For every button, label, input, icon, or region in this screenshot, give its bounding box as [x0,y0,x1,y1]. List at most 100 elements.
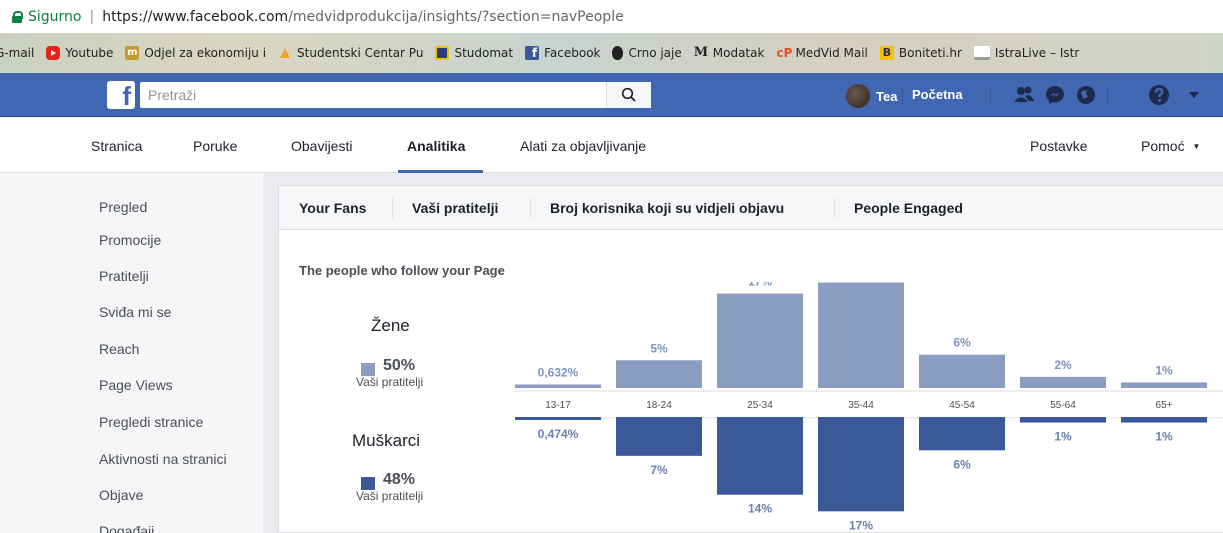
bar-men-18-24 [616,417,702,456]
friend-requests-icon[interactable] [1013,84,1035,106]
sidebar-item-objave[interactable]: Objave [99,487,143,503]
legend-women-title: Žene [371,316,410,335]
bookmark-studomat[interactable]: Studomat [435,46,513,60]
bookmark-youtube[interactable]: Youtube [46,46,113,60]
user-name: Tea [876,88,898,104]
bookmark-label: Studentski Centar Pu [297,46,424,60]
nav-stranica[interactable]: Stranica [91,138,142,154]
search-icon [621,87,636,102]
bookmark-facebook[interactable]: f Facebook [525,46,600,60]
sidebar-item-aktivnosti[interactable]: Aktivnosti na stranici [99,451,227,467]
nav-pomoc[interactable]: Pomoć ▼ [1141,138,1200,154]
facebook-icon: f [525,46,540,60]
bookmark-label: Facebook [544,46,601,60]
bar-label-men-13-17: 0,474% [538,427,579,441]
url-domain[interactable]: https://www.facebook.com [102,9,288,25]
odjel-icon: m [125,46,140,60]
facebook-top-bar: f Tea Početna [0,73,1223,117]
bar-label-men-18-24: 7% [650,463,668,477]
tick-label-45-54: 45-54 [949,400,975,411]
bookmark-modatak[interactable]: M Modatak [693,45,765,61]
tab-vasi-pratitelji[interactable]: Vaši pratitelji [412,200,498,216]
home-link[interactable]: Početna [912,87,963,102]
tab-broj-korisnika[interactable]: Broj korisnika koji su vidjeli objavu [550,200,784,216]
bar-label-men-55-64: 1% [1054,430,1072,444]
bookmark-gmail[interactable]: G-mail [0,46,34,60]
bookmark-label: Boniteti.hr [898,46,962,60]
nav-postavke[interactable]: Postavke [1030,138,1088,154]
bar-men-45-54 [919,417,1005,451]
bookmark-odjel[interactable]: m Odjel za ekonomiju i [125,46,266,60]
bookmark-crno-jaje[interactable]: Crno jaje [612,46,682,60]
sidebar-item-page-views[interactable]: Page Views [99,377,173,393]
tick-label-18-24: 18-24 [646,400,672,411]
bookmarks-bar: G-mail Youtube m Odjel za ekonomiju i St… [0,33,1223,73]
url-path[interactable]: /medvidprodukcija/insights/?section=navP… [288,9,624,25]
bookmark-medvid-mail[interactable]: cP MedVid Mail [776,46,867,60]
tick-label-13-17: 13-17 [545,400,571,411]
bookmark-label: Modatak [712,46,765,60]
bookmark-label: MedVid Mail [795,46,868,60]
address-bar[interactable]: Sigurno | https://www.facebook.com /medv… [0,0,1223,33]
nav-obavijesti[interactable]: Obavijesti [291,138,352,154]
tick-label-35-44: 35-44 [848,400,874,411]
bar-label-women-55-64: 2% [1054,358,1072,372]
istralive-icon [973,46,990,60]
account-menu-chevron-down-icon[interactable] [1188,90,1200,100]
user-profile-link[interactable]: Tea [846,84,897,108]
sidebar-item-reach[interactable]: Reach [99,341,139,357]
main-content: Your Fans Vaši pratitelji Broj korisnika… [263,173,1223,533]
bar-label-men-45-54: 6% [953,457,971,471]
bookmark-label: Studomat [454,46,514,60]
help-icon[interactable] [1148,84,1170,106]
search-button[interactable] [606,82,651,108]
sidebar-item-promocije[interactable]: Promocije [99,232,161,248]
bar-men-13-17 [515,417,601,420]
nav-alati-za-objavljivanje[interactable]: Alati za objavljivanje [520,138,646,154]
sidebar-item-pregled[interactable]: Pregled [99,199,147,215]
bookmark-label: G-mail [0,46,35,60]
bar-label-men-35-44: 17% [849,518,873,532]
followers-age-gender-chart: 0,632%0,474%13-175%7%18-2417%14%25-3419%… [515,282,1223,532]
sidebar-item-pratitelji[interactable]: Pratitelji [99,268,149,284]
bar-women-55-64 [1020,376,1106,388]
secure-label: Sigurno [28,8,82,25]
studentski-centar-icon [278,46,292,60]
bar-label-men-65+: 1% [1155,430,1173,444]
insights-sidebar: Pregled Promocije Pratitelji Sviđa mi se… [0,173,263,533]
search-input[interactable] [140,82,651,108]
messenger-icon[interactable] [1044,84,1066,106]
notifications-globe-icon[interactable] [1075,84,1097,106]
bar-men-55-64 [1020,417,1106,423]
legend-women-sub: Vaši pratitelji [356,375,424,389]
bar-women-45-54 [919,354,1005,388]
insights-panel: Your Fans Vaši pratitelji Broj korisnika… [278,185,1223,533]
caret-down-icon: ▼ [1192,142,1201,151]
bar-label-men-25-34: 14% [748,502,772,516]
bar-women-35-44 [818,282,904,388]
bar-men-25-34 [717,417,803,495]
nav-divider [902,86,903,104]
sidebar-item-svida-mi-se[interactable]: Sviđa mi se [99,304,171,320]
sidebar-item-dogadaji[interactable]: Događaji [99,523,154,533]
legend-women-pct: 50% [383,357,416,374]
bookmark-studentski-centar[interactable]: Studentski Centar Pu [278,46,423,60]
bookmark-label: Crno jaje [628,46,682,60]
crno-jaje-icon [612,46,624,60]
nav-analitika[interactable]: Analitika [407,138,465,154]
bookmark-boniteti[interactable]: B Boniteti.hr [879,46,962,60]
bookmark-istralive[interactable]: IstraLive – Istr [973,46,1079,60]
tab-people-engaged[interactable]: People Engaged [854,200,963,216]
nav-poruke[interactable]: Poruke [193,138,237,154]
sidebar-item-pregledi-stranice[interactable]: Pregledi stranice [99,414,203,430]
modatak-icon: M [693,45,709,60]
bar-men-35-44 [818,417,904,512]
legend-men-pct: 48% [383,471,416,488]
tab-your-fans[interactable]: Your Fans [299,200,366,216]
legend-men-title: Muškarci [352,431,421,450]
bar-label-women-65+: 1% [1155,363,1173,377]
avatar [846,84,870,108]
facebook-logo-icon[interactable]: f [107,81,135,111]
bar-label-women-18-24: 5% [650,341,668,355]
address-separator: | [89,8,95,25]
